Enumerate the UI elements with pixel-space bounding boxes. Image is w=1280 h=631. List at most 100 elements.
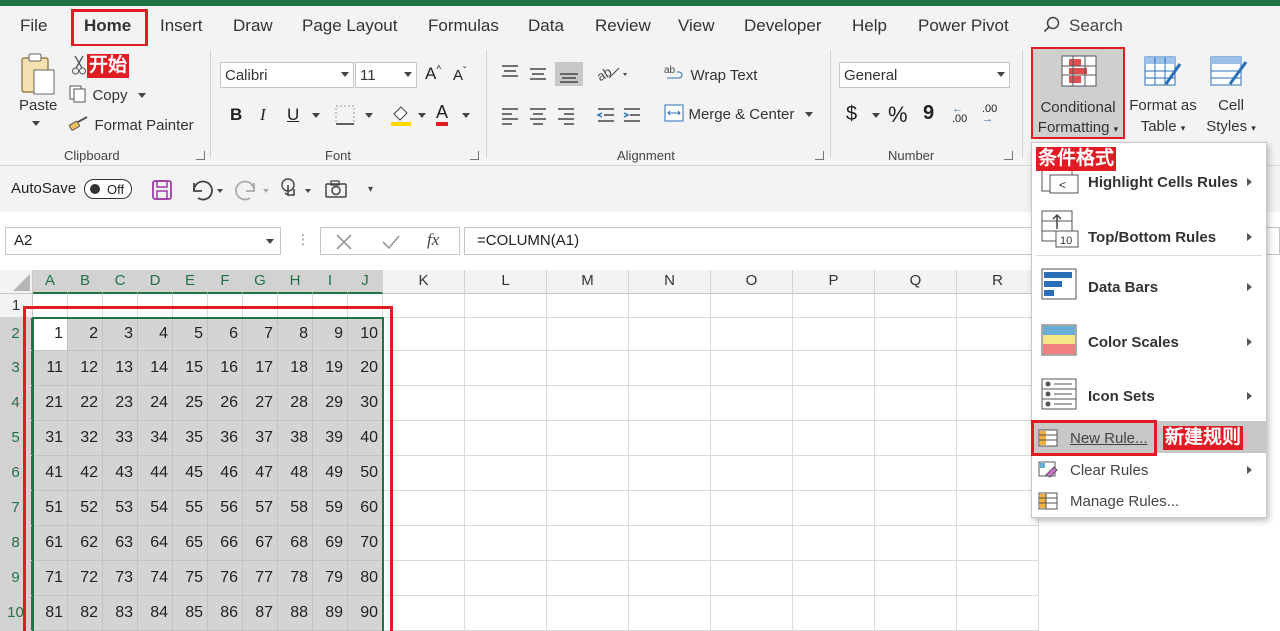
cell-r1[interactable]: [957, 294, 1039, 318]
italic-button[interactable]: I: [260, 105, 266, 125]
touch-mode-icon[interactable]: [278, 177, 300, 201]
column-header-g[interactable]: G: [243, 270, 278, 294]
cell-o10[interactable]: [711, 596, 793, 631]
shrink-font-button[interactable]: Aˇ: [453, 66, 466, 84]
tab-formulas[interactable]: Formulas: [428, 16, 499, 36]
cell-p7[interactable]: [793, 491, 875, 526]
copy-button[interactable]: Copy: [68, 84, 146, 105]
format-painter-button[interactable]: Format Painter: [68, 115, 194, 135]
currency-button[interactable]: $: [846, 103, 857, 126]
save-icon[interactable]: [151, 179, 173, 201]
cell-r10[interactable]: [957, 596, 1039, 631]
cell-l7[interactable]: [465, 491, 547, 526]
borders-icon[interactable]: [334, 104, 356, 126]
cell-r2[interactable]: [957, 318, 1039, 351]
cell-p4[interactable]: [793, 386, 875, 421]
cell-o8[interactable]: [711, 526, 793, 561]
tab-page-layout[interactable]: Page Layout: [302, 16, 397, 36]
tab-review[interactable]: Review: [595, 16, 651, 36]
column-header-j[interactable]: J: [348, 270, 383, 294]
column-header-p[interactable]: P: [793, 270, 875, 294]
cell-l9[interactable]: [465, 561, 547, 596]
touch-dropdown-icon[interactable]: [305, 189, 311, 193]
cell-m3[interactable]: [547, 351, 629, 386]
cell-m1[interactable]: [547, 294, 629, 318]
cell-l8[interactable]: [465, 526, 547, 561]
autosave-toggle[interactable]: Off: [84, 179, 132, 199]
currency-dropdown-icon[interactable]: [872, 113, 880, 118]
borders-dropdown-icon[interactable]: [365, 113, 373, 118]
cell-m6[interactable]: [547, 456, 629, 491]
cell-o6[interactable]: [711, 456, 793, 491]
grow-font-button[interactable]: A^: [425, 64, 441, 84]
chevron-down-icon[interactable]: [266, 239, 274, 244]
camera-icon[interactable]: [324, 179, 348, 199]
cell-p3[interactable]: [793, 351, 875, 386]
redo-dropdown-icon[interactable]: [263, 189, 269, 193]
cell-k5[interactable]: [383, 421, 465, 456]
cell-m8[interactable]: [547, 526, 629, 561]
cell-p5[interactable]: [793, 421, 875, 456]
column-header-c[interactable]: C: [103, 270, 138, 294]
cell-m4[interactable]: [547, 386, 629, 421]
tab-insert[interactable]: Insert: [160, 16, 203, 36]
column-header-i[interactable]: I: [313, 270, 348, 294]
column-header-h[interactable]: H: [278, 270, 313, 294]
cell-o9[interactable]: [711, 561, 793, 596]
column-header-a[interactable]: A: [33, 270, 68, 294]
cell-q2[interactable]: [875, 318, 957, 351]
tab-file[interactable]: File: [20, 16, 47, 36]
cell-p9[interactable]: [793, 561, 875, 596]
menu-item-clear-rules[interactable]: Clear Rules: [1032, 455, 1266, 485]
font-color-button[interactable]: A: [436, 102, 449, 126]
menu-item-top-bottom-rules[interactable]: 10 Top/Bottom Rules: [1032, 205, 1266, 249]
clipboard-launcher-icon[interactable]: [196, 151, 205, 160]
font-size-select[interactable]: 11: [355, 62, 417, 88]
tab-data[interactable]: Data: [528, 16, 564, 36]
underline-dropdown-icon[interactable]: [312, 113, 320, 118]
cell-k6[interactable]: [383, 456, 465, 491]
cell-n5[interactable]: [629, 421, 711, 456]
cell-l3[interactable]: [465, 351, 547, 386]
cell-r7[interactable]: [957, 491, 1039, 526]
indent-icons[interactable]: [596, 106, 646, 126]
cell-o7[interactable]: [711, 491, 793, 526]
cell-q8[interactable]: [875, 526, 957, 561]
cell-p10[interactable]: [793, 596, 875, 631]
cell-k8[interactable]: [383, 526, 465, 561]
cell-n7[interactable]: [629, 491, 711, 526]
cut-icon[interactable]: [72, 54, 86, 76]
format-as-table-button[interactable]: Format as Table ▾: [1128, 50, 1198, 140]
cell-q5[interactable]: [875, 421, 957, 456]
menu-item-manage-rules[interactable]: Manage Rules...: [1032, 486, 1266, 516]
tab-draw[interactable]: Draw: [233, 16, 273, 36]
cell-r5[interactable]: [957, 421, 1039, 456]
cell-q10[interactable]: [875, 596, 957, 631]
cell-k9[interactable]: [383, 561, 465, 596]
column-header-k[interactable]: K: [383, 270, 465, 294]
orientation-icon[interactable]: ab: [595, 62, 631, 84]
cell-l2[interactable]: [465, 318, 547, 351]
cell-k2[interactable]: [383, 318, 465, 351]
cell-styles-button[interactable]: Cell Styles ▾: [1200, 50, 1262, 140]
menu-item-icon-sets[interactable]: Icon Sets: [1032, 373, 1266, 417]
cell-q1[interactable]: [875, 294, 957, 318]
tab-developer[interactable]: Developer: [744, 16, 822, 36]
conditional-formatting-button[interactable]: Conditional Formatting ▾: [1031, 47, 1125, 139]
number-launcher-icon[interactable]: [1004, 151, 1013, 160]
cell-q3[interactable]: [875, 351, 957, 386]
cell-l10[interactable]: [465, 596, 547, 631]
cell-n8[interactable]: [629, 526, 711, 561]
undo-dropdown-icon[interactable]: [217, 189, 223, 193]
cell-o2[interactable]: [711, 318, 793, 351]
tab-view[interactable]: View: [678, 16, 715, 36]
cell-m7[interactable]: [547, 491, 629, 526]
alignment-launcher-icon[interactable]: [815, 151, 824, 160]
cell-k3[interactable]: [383, 351, 465, 386]
enter-icon[interactable]: [381, 234, 401, 250]
cell-p6[interactable]: [793, 456, 875, 491]
cell-m2[interactable]: [547, 318, 629, 351]
column-header-o[interactable]: O: [711, 270, 793, 294]
cell-p8[interactable]: [793, 526, 875, 561]
number-format-select[interactable]: General: [839, 62, 1010, 88]
